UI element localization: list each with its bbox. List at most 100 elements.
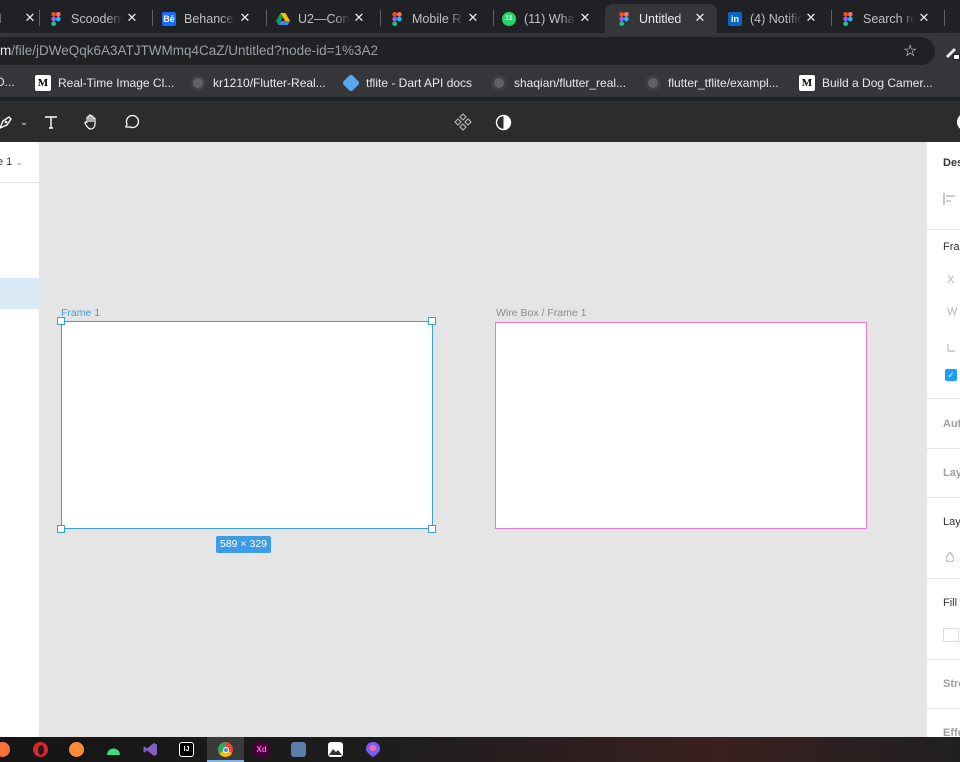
image-viewer-icon[interactable] xyxy=(328,742,343,757)
close-icon[interactable]: ✕ xyxy=(350,9,368,27)
layer-section: Lay xyxy=(943,516,960,528)
intellij-icon[interactable]: IJ xyxy=(179,742,194,757)
url-path: /file/jDWeQqk6A3ATJTWMmq4CaZ/Untitled?no… xyxy=(11,43,379,58)
tab-separator xyxy=(831,10,832,26)
tab-2[interactable]: Bē Behance ✕ xyxy=(162,4,262,33)
corner-radius-icon[interactable] xyxy=(947,339,955,357)
bookmark-label: Build a Dog Camer... xyxy=(822,76,933,90)
figma-toolbar: ⌄ xyxy=(0,101,960,142)
photos-icon[interactable] xyxy=(291,742,306,757)
close-icon[interactable]: ✕ xyxy=(576,9,594,27)
text-tool-icon[interactable] xyxy=(41,112,61,132)
frame2-label[interactable]: Wire Box / Frame 1 xyxy=(496,307,586,319)
bookmark-label: Real-Time Image Cl... xyxy=(58,76,175,90)
contrast-icon[interactable] xyxy=(493,112,513,132)
bookmark-item[interactable]: D... xyxy=(0,75,15,89)
frame1-label[interactable]: Frame 1 xyxy=(61,307,100,319)
frame-1[interactable] xyxy=(61,321,433,529)
tab-title: U2—Con xyxy=(298,11,350,26)
components-icon[interactable] xyxy=(453,112,473,132)
tab-title: (4) Notific xyxy=(750,11,802,26)
bookmark-item[interactable]: shaqian/flutter_real... xyxy=(491,75,626,91)
figma-icon xyxy=(49,11,63,26)
close-icon[interactable]: ✕ xyxy=(915,9,933,27)
design-canvas[interactable]: Frame 1 589 × 329 Wire Box / Frame 1 xyxy=(40,142,926,737)
resize-handle-br[interactable] xyxy=(428,525,436,533)
tab-6-active[interactable]: Untitled ✕ xyxy=(605,4,717,33)
bookmark-label: kr1210/Flutter-Real... xyxy=(213,76,326,90)
tab-7[interactable]: in (4) Notific ✕ xyxy=(728,4,828,33)
stroke-section[interactable]: Stro xyxy=(943,678,960,690)
wire-box-frame[interactable] xyxy=(495,322,867,529)
effects-section[interactable]: Effe xyxy=(943,727,960,737)
tab-separator xyxy=(493,10,494,26)
avatar[interactable] xyxy=(954,112,960,132)
properties-panel: Des Fra X W ✓ Auto Lay Lay Fill Stro Eff… xyxy=(926,142,960,737)
url-text[interactable]: m/file/jDWeQqk6A3ATJTWMmq4CaZ/Untitled?n… xyxy=(0,43,378,58)
layout-grid-section[interactable]: Lay xyxy=(943,467,960,479)
whatsapp-icon: 11 xyxy=(502,11,516,26)
figma-desktop-icon[interactable] xyxy=(365,742,380,757)
tab-0[interactable]: nl ✕ xyxy=(0,4,39,33)
close-icon[interactable]: ✕ xyxy=(464,9,482,27)
panel-divider xyxy=(927,398,960,399)
tab-8[interactable]: Search re ✕ xyxy=(841,4,941,33)
tab-title: nl xyxy=(0,12,2,26)
close-icon[interactable]: ✕ xyxy=(691,9,709,27)
w-label[interactable]: W xyxy=(947,306,957,318)
tab-separator xyxy=(944,10,945,26)
bookmark-item[interactable]: tflite - Dart API docs xyxy=(341,73,473,93)
page-selector[interactable]: e 1 ⌄ xyxy=(0,156,23,168)
tab-3[interactable]: U2—Con ✕ xyxy=(276,4,376,33)
blend-mode-icon[interactable] xyxy=(945,549,955,567)
resize-handle-tl[interactable] xyxy=(57,317,65,325)
extension-pen-icon[interactable] xyxy=(942,42,960,60)
fill-section: Fill xyxy=(943,597,958,609)
opera-icon[interactable] xyxy=(33,742,48,757)
firefox-dev-icon[interactable] xyxy=(69,742,84,757)
adobe-xd-icon[interactable]: Xd xyxy=(254,742,269,757)
close-icon[interactable]: ✕ xyxy=(123,9,141,27)
url-host: m xyxy=(0,43,12,58)
tab-1[interactable]: Scoodent ✕ xyxy=(49,4,149,33)
tab-title: Behance xyxy=(184,11,234,26)
visual-studio-icon[interactable] xyxy=(143,742,158,757)
bookmark-label: tflite - Dart API docs xyxy=(366,76,473,90)
android-studio-icon[interactable] xyxy=(106,742,121,757)
bookmark-item[interactable]: flutter_tflite/exampl... xyxy=(645,75,779,91)
chevron-down-icon[interactable]: ⌄ xyxy=(14,112,34,132)
bookmark-label: D... xyxy=(0,75,15,89)
close-icon[interactable]: ✕ xyxy=(802,9,820,27)
tab-title: Scoodent xyxy=(71,11,123,26)
x-label[interactable]: X xyxy=(947,274,954,286)
auto-layout-section[interactable]: Auto xyxy=(943,418,960,430)
tab-title: Mobile R xyxy=(412,11,462,26)
tab-4[interactable]: Mobile R ✕ xyxy=(390,4,490,33)
clip-content-checkbox[interactable]: ✓ xyxy=(945,369,957,381)
panel-divider xyxy=(927,497,960,498)
comment-icon[interactable] xyxy=(121,112,141,132)
align-left-icon[interactable] xyxy=(943,192,957,210)
layer-row-selected[interactable] xyxy=(0,278,40,309)
resize-handle-bl[interactable] xyxy=(57,525,65,533)
design-tab[interactable]: Des xyxy=(943,157,960,169)
linkedin-icon: in xyxy=(728,11,742,26)
tab-5[interactable]: 11 (11) Wha ✕ xyxy=(502,4,602,33)
resize-handle-tr[interactable] xyxy=(428,317,436,325)
close-icon[interactable]: ✕ xyxy=(21,9,39,27)
firefox-icon[interactable] xyxy=(0,742,10,757)
bookmark-item[interactable]: M Real-Time Image Cl... xyxy=(35,75,174,91)
google-drive-icon xyxy=(276,12,290,26)
tab-separator xyxy=(380,10,381,26)
bookmark-star-icon[interactable]: ☆ xyxy=(903,41,917,61)
bookmark-item[interactable]: M Build a Dog Camer... xyxy=(799,75,933,91)
medium-icon: M xyxy=(799,75,815,91)
page-name-label: e 1 xyxy=(0,156,13,168)
browser-toolbar: m/file/jDWeQqk6A3ATJTWMmq4CaZ/Untitled?n… xyxy=(0,33,960,69)
close-icon[interactable]: ✕ xyxy=(236,9,254,27)
hand-tool-icon[interactable] xyxy=(81,112,101,132)
bookmark-item[interactable]: kr1210/Flutter-Real... xyxy=(190,75,326,91)
frame-section-title: Fra xyxy=(943,241,960,253)
fill-swatch[interactable] xyxy=(943,628,959,642)
chrome-icon[interactable] xyxy=(218,742,233,757)
